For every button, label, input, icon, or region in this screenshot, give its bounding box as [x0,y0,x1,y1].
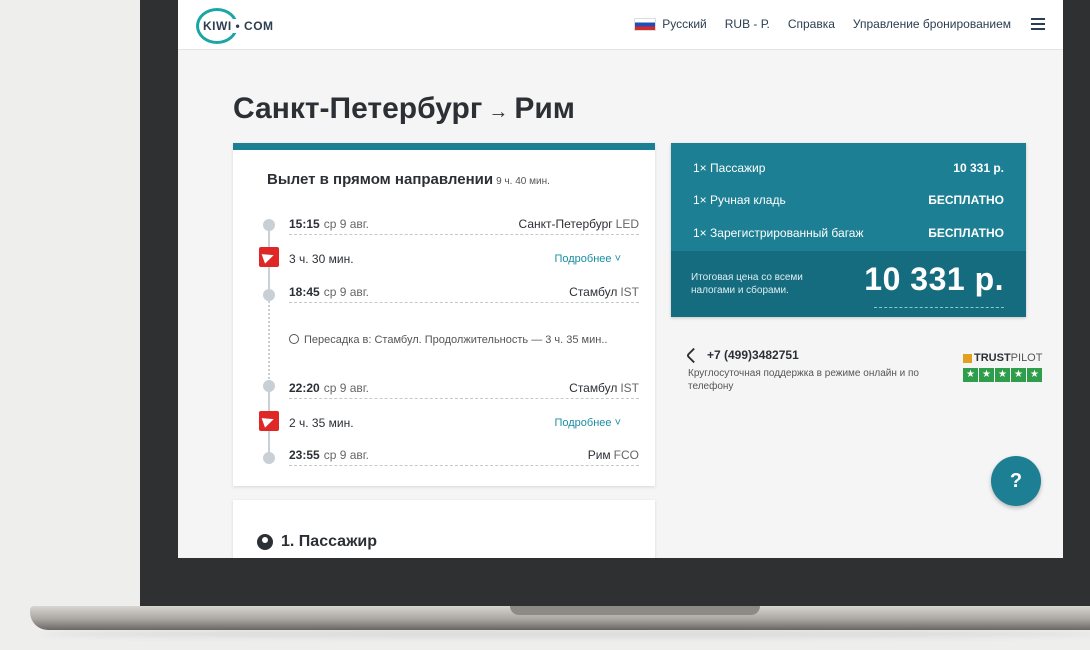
price-row-checked-baggage: 1× Зарегистрированный багаж БЕСПЛАТНО [693,226,1004,240]
details-link[interactable]: Подробнее ˅ [554,417,621,429]
itinerary-card: Вылет в прямом направлении 9 ч. 40 мин. 1… [233,143,655,486]
price-value: БЕСПЛАТНО [928,193,1004,207]
flight-duration-row: 3 ч. 30 мин. Подробнее ˅ [289,252,639,270]
turkish-airlines-icon [259,411,279,431]
turkish-airlines-icon [259,247,279,267]
origin-city: Санкт-Петербург [233,92,483,125]
top-navigation: KIWI • COM Русский RUB - Р. Справка Упра… [178,0,1063,50]
trustpilot-brand-bold: TRUST [974,352,1011,364]
timeline-dot [263,380,275,392]
timeline-dot [263,452,275,464]
currency-selector[interactable]: RUB - Р. [725,17,770,31]
passenger-section-title: 1. Пассажир [257,533,377,551]
flight-duration-row: 2 ч. 35 мин. Подробнее ˅ [289,416,639,434]
clock-icon [289,334,299,344]
support-phone[interactable]: +7 (499)3482751 [685,347,948,363]
laptop-shadow [40,630,1090,638]
logo-text: KIWI • COM [202,19,275,33]
total-price-block: Итоговая цена со всеми налогами и сборам… [671,251,1026,317]
details-link[interactable]: Подробнее ˅ [554,253,621,265]
departure-city: Стамбул [569,381,618,395]
help-button[interactable]: ? [991,456,1041,506]
passenger-title-text: 1. Пассажир [281,533,378,550]
arrival-row: 23:55 ср 9 авг. Рим FCO [289,448,639,466]
price-value: БЕСПЛАТНО [928,226,1004,240]
kiwi-logo[interactable]: KIWI • COM [196,8,291,44]
arrival-row: 18:45 ср 9 авг. Стамбул IST [289,285,639,303]
price-row-hand-luggage: 1× Ручная кладь БЕСПЛАТНО [693,193,1004,207]
trustpilot-stars: ★ ★ ★ ★ ★ [963,368,1043,382]
destination-city: Рим [514,92,575,125]
total-price-label: Итоговая цена со всеми налогами и сборам… [691,272,803,296]
star-icon: ★ [995,368,1010,382]
departure-date: ср 9 авг. [323,381,370,395]
browser-screen: KIWI • COM Русский RUB - Р. Справка Упра… [178,0,1063,558]
passenger-card: 1. Пассажир [233,500,655,558]
price-label: 1× Зарегистрированный багаж [693,226,864,240]
departure-city: Санкт-Петербург [518,217,613,231]
arrival-date: ср 9 авг. [323,285,370,299]
manage-booking-link[interactable]: Управление бронированием [853,17,1011,31]
departure-place: Санкт-Петербург LED [519,217,639,231]
itinerary-title: Вылет в прямом направлении 9 ч. 40 мин. [267,171,550,188]
language-selector[interactable]: Русский [634,17,707,31]
arrival-date: ср 9 авг. [323,448,370,462]
arrival-time: 23:55 [289,448,320,462]
timeline-dot [263,289,275,301]
arrival-city: Рим [587,448,611,462]
trustpilot-logo: TRUST PILOT [963,352,1043,364]
trustpilot-check-icon [963,353,972,363]
total-underline [874,307,1004,308]
itinerary-title-text: Вылет в прямом направлении [267,171,494,188]
layover-text: Пересадка в: Стамбул. Продолжительность … [304,334,608,346]
arrival-place: Стамбул IST [569,285,639,299]
language-label: Русский [662,17,707,31]
phone-number: +7 (499)3482751 [707,348,799,362]
price-label: 1× Пассажир [693,161,766,175]
hamburger-menu-icon[interactable] [1031,18,1045,30]
nav-links: Русский RUB - Р. Справка Управление брон… [634,17,1045,31]
flight-duration: 2 ч. 35 мин. [289,416,354,430]
departure-row: 22:20 ср 9 авг. Стамбул IST [289,381,639,399]
departure-place: Стамбул IST [569,381,639,395]
star-icon: ★ [963,368,978,382]
departure-code: IST [620,381,639,395]
arrival-code: IST [620,285,639,299]
russia-flag-icon [634,17,657,31]
departure-time: 15:15 [289,217,320,231]
price-label: 1× Ручная кладь [693,193,786,207]
page-title: Санкт-Петербург → Рим [233,92,575,126]
timeline-dot [263,219,275,231]
star-icon: ★ [1011,368,1026,382]
departure-date: ср 9 авг. [323,217,370,231]
price-value: 10 331 р. [953,161,1004,175]
arrival-place: Рим FCO [588,448,639,462]
total-price-value[interactable]: 10 331 р. [864,261,1004,298]
phone-icon [685,347,702,363]
flight-duration: 3 ч. 30 мин. [289,252,354,266]
star-icon: ★ [979,368,994,382]
arrival-city: Стамбул [569,285,618,299]
support-text: Круглосуточная поддержка в режиме онлайн… [688,368,919,392]
departure-time: 22:20 [289,381,320,395]
itinerary-duration: 9 ч. 40 мин. [496,176,550,187]
price-summary: 1× Пассажир 10 331 р. 1× Ручная кладь БЕСП… [671,143,1026,317]
trustpilot-brand-light: PILOT [1010,352,1043,364]
user-icon [257,534,273,550]
arrival-code: FCO [613,448,639,462]
layover-info: Пересадка в: Стамбул. Продолжительность … [289,334,607,346]
laptop-notch [510,606,760,615]
support-block: +7 (499)3482751 Круглосуточная поддержка… [685,347,948,393]
star-icon: ★ [1027,368,1042,382]
help-link[interactable]: Справка [788,17,835,31]
price-row-passenger: 1× Пассажир 10 331 р. [693,161,1004,175]
departure-row: 15:15 ср 9 авг. Санкт-Петербург LED [289,217,639,235]
trustpilot-badge[interactable]: TRUST PILOT ★ ★ ★ ★ ★ [963,352,1043,382]
arrival-time: 18:45 [289,285,320,299]
layover-line [268,301,270,383]
departure-code: LED [615,217,639,231]
arrow-icon: → [488,101,509,123]
